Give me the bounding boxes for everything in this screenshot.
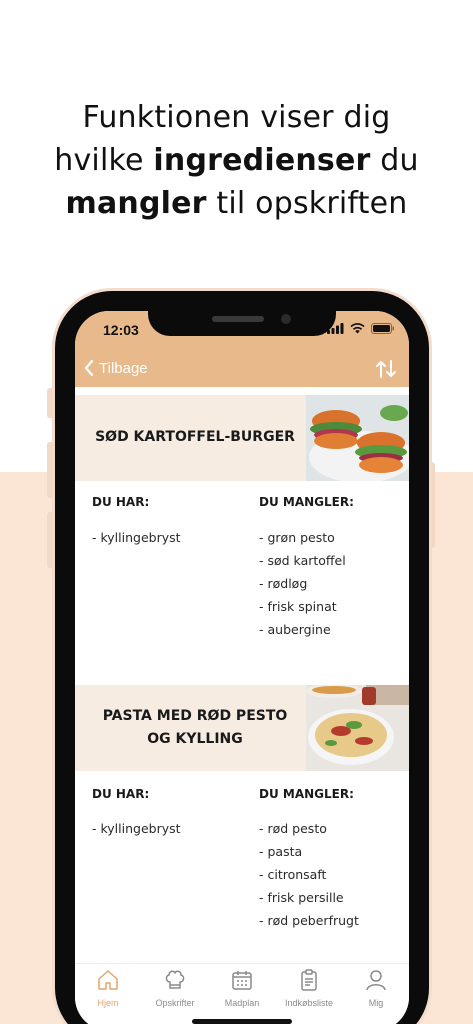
tab-label: Mig (368, 998, 384, 1008)
chef-hat-icon (165, 970, 185, 989)
recipe-title-line: SØD KARTOFFEL-BURGER (95, 429, 295, 445)
sort-arrows-icon (376, 360, 396, 378)
headline-line-3: mangler til opskriften (0, 182, 473, 225)
missing-ingredient: - rød pesto (259, 821, 327, 836)
recipe-image-pasta (306, 685, 409, 771)
status-time: 12:03 (103, 322, 139, 338)
tab-shopping-list[interactable]: Indkøbsliste (276, 968, 342, 1008)
recipe-card-header[interactable]: SØD KARTOFFEL-BURGER (75, 395, 409, 481)
tab-bar: Hjem Opskrifter Madplan Indkøbsliste Mig (75, 963, 409, 1024)
ingredient-name: grøn pesto (267, 530, 335, 545)
phone-speaker (212, 316, 264, 322)
home-icon (98, 970, 118, 990)
headline-line-1: Funktionen viser dig (82, 100, 391, 135)
ingredient-name: kyllingebryst (100, 821, 181, 836)
have-header: DU HAR: (92, 787, 150, 801)
ingredient-name: rød pesto (267, 821, 327, 836)
wifi-icon (350, 323, 365, 334)
missing-ingredient: - aubergine (259, 622, 331, 637)
headline-text: du (370, 143, 419, 178)
missing-ingredient: - pasta (259, 844, 302, 859)
have-ingredient: - kyllingebryst (92, 530, 181, 545)
tab-recipes[interactable]: Opskrifter (142, 968, 208, 1008)
calendar-icon (232, 971, 252, 990)
headline-bold-text: mangler (65, 186, 207, 221)
status-icons (327, 323, 395, 334)
missing-ingredient: - rød peberfrugt (259, 913, 359, 928)
ingredient-name: pasta (267, 844, 303, 859)
missing-ingredient: - sød kartoffel (259, 553, 346, 568)
recipe-card-header[interactable]: PASTA MED RØD PESTO OG KYLLING (75, 685, 409, 771)
have-header: DU HAR: (92, 495, 150, 509)
tab-label: Hjem (97, 998, 119, 1008)
headline-text: hvilke (54, 143, 154, 178)
recipe-title: SØD KARTOFFEL-BURGER (85, 426, 305, 449)
navigation-bar: Tilbage (75, 353, 409, 387)
phone-screen: 12:03 Tilbage SØD KARTOFFEL-BURGER DU HA… (75, 311, 409, 1024)
missing-header: DU MANGLER: (259, 787, 354, 801)
person-icon (366, 970, 386, 991)
recipe-title: PASTA MED RØD PESTO OG KYLLING (85, 705, 305, 751)
ingredient-name: frisk spinat (267, 599, 337, 614)
missing-header: DU MANGLER: (259, 495, 354, 509)
ingredient-name: sød kartoffel (267, 553, 346, 568)
tab-me[interactable]: Mig (343, 968, 409, 1008)
ingredient-name: frisk persille (267, 890, 344, 905)
ingredient-name: rødløg (267, 576, 308, 591)
tab-label: Indkøbsliste (284, 998, 334, 1008)
headline: Funktionen viser dig hvilke ingredienser… (0, 96, 473, 225)
ingredient-name: aubergine (267, 622, 331, 637)
missing-ingredient: - frisk spinat (259, 599, 337, 614)
tab-mealplan[interactable]: Madplan (209, 968, 275, 1008)
recipe-title-line: PASTA MED RØD PESTO (102, 708, 288, 724)
headline-text: til opskriften (206, 186, 408, 221)
ingredient-name: citronsaft (267, 867, 327, 882)
clipboard-list-icon (301, 969, 317, 991)
recipe-title-line: OG KYLLING (147, 731, 243, 747)
recipe-list: SØD KARTOFFEL-BURGER DU HAR: DU MANGLER:… (75, 387, 409, 963)
home-indicator (192, 1019, 292, 1024)
battery-icon (371, 323, 394, 334)
chevron-left-icon (84, 359, 94, 377)
recipe-image-burger (306, 395, 409, 481)
missing-ingredient: - grøn pesto (259, 530, 335, 545)
sort-button[interactable] (375, 359, 397, 383)
headline-bold-text: ingredienser (153, 143, 371, 178)
missing-ingredient: - rødløg (259, 576, 307, 591)
phone-camera (281, 314, 291, 324)
ingredient-name: kyllingebryst (100, 530, 181, 545)
missing-ingredient: - frisk persille (259, 890, 344, 905)
back-button[interactable]: Tilbage (83, 359, 148, 377)
ingredient-name: rød peberfrugt (267, 913, 359, 928)
tab-label: Madplan (224, 998, 260, 1008)
have-ingredient: - kyllingebryst (92, 821, 181, 836)
tab-home[interactable]: Hjem (75, 968, 141, 1008)
tab-label: Opskrifter (155, 998, 195, 1008)
missing-ingredient: - citronsaft (259, 867, 326, 882)
back-label: Tilbage (99, 359, 148, 377)
headline-line-2: hvilke ingredienser du (0, 139, 473, 182)
